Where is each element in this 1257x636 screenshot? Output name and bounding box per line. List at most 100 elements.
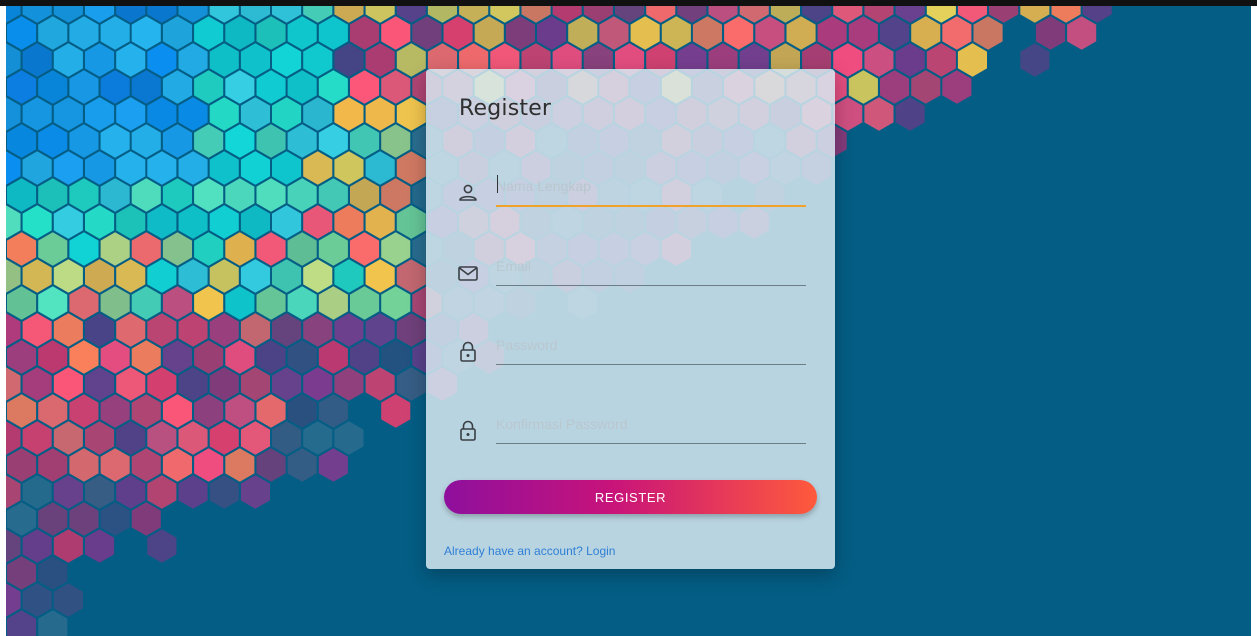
background-hexagon [209, 259, 239, 293]
full-name-input[interactable] [496, 171, 806, 207]
background-hexagon [162, 232, 192, 266]
background-hexagon [147, 205, 177, 239]
background-hexagon [381, 124, 411, 158]
background-hexagon [147, 43, 177, 77]
background-hexagon [225, 286, 255, 320]
register-button[interactable]: REGISTER [444, 480, 817, 514]
background-hexagon [240, 205, 270, 239]
background-hexagon [22, 205, 52, 239]
background-hexagon [131, 340, 161, 374]
background-hexagon [256, 340, 286, 374]
background-hexagon [131, 232, 161, 266]
background-hexagon [817, 16, 847, 50]
background-hexagon [318, 70, 348, 104]
background-hexagon [116, 259, 146, 293]
background-hexagon [38, 286, 68, 320]
background-hexagon [381, 340, 411, 374]
background-hexagon [6, 475, 21, 509]
background-hexagon [365, 205, 395, 239]
background-hexagon [22, 43, 52, 77]
background-hexagon [303, 313, 333, 347]
background-hexagon [396, 313, 426, 347]
background-hexagon [85, 313, 115, 347]
background-hexagon [7, 556, 37, 590]
background-hexagon [240, 367, 270, 401]
background-hexagon [256, 232, 286, 266]
background-hexagon [240, 43, 270, 77]
background-hexagon [7, 286, 37, 320]
background-hexagon [225, 340, 255, 374]
background-hexagon [131, 16, 161, 50]
background-hexagon [272, 205, 302, 239]
background-hexagon [131, 70, 161, 104]
background-hexagon [209, 151, 239, 185]
background-hexagon [864, 43, 894, 77]
password-input[interactable] [496, 330, 806, 365]
background-hexagon [69, 286, 99, 320]
background-hexagon [38, 502, 68, 536]
background-hexagon [334, 205, 364, 239]
background-hexagon [22, 529, 52, 563]
background-hexagon [53, 529, 83, 563]
background-hexagon [957, 43, 987, 77]
lock-icon [454, 338, 482, 366]
background-hexagon [85, 421, 115, 455]
background-hexagon [131, 394, 161, 428]
background-hexagon [38, 124, 68, 158]
background-hexagon [396, 97, 426, 131]
background-hexagon [100, 124, 130, 158]
background-hexagon [178, 475, 208, 509]
background-hexagon [334, 151, 364, 185]
background-hexagon [225, 70, 255, 104]
full-name-field [450, 169, 810, 213]
background-hexagon [334, 43, 364, 77]
background-hexagon [287, 394, 317, 428]
background-hexagon [7, 16, 37, 50]
background-hexagon [942, 16, 972, 50]
background-hexagon [100, 502, 130, 536]
background-hexagon [287, 448, 317, 482]
background-hexagon [272, 367, 302, 401]
background-hexagon [69, 232, 99, 266]
background-hexagon [69, 178, 99, 212]
background-hexagon [318, 124, 348, 158]
background-hexagon [38, 232, 68, 266]
background-hexagon [178, 367, 208, 401]
password-field [450, 328, 810, 372]
background-hexagon [318, 340, 348, 374]
background-hexagon [7, 70, 37, 104]
email-input[interactable] [496, 251, 806, 286]
text-cursor [497, 175, 498, 193]
background-hexagon [256, 124, 286, 158]
background-hexagon [272, 97, 302, 131]
background-hexagon [365, 97, 395, 131]
background-hexagon [194, 70, 224, 104]
background-hexagon [287, 124, 317, 158]
login-link[interactable]: Already have an account? Login [444, 544, 615, 558]
background-hexagon [474, 16, 504, 50]
background-hexagon [225, 394, 255, 428]
background-hexagon [38, 70, 68, 104]
background-hexagon [381, 394, 411, 428]
background-hexagon [911, 70, 941, 104]
background-hexagon [443, 16, 473, 50]
background-hexagon [880, 70, 910, 104]
background-hexagon [848, 16, 878, 50]
background-hexagon [100, 394, 130, 428]
background-hexagon [6, 529, 21, 563]
background-hexagon [85, 529, 115, 563]
background-hexagon [287, 232, 317, 266]
page-background: Register Nama Lengkap Email REGISTER Alr… [6, 6, 1251, 636]
background-hexagon [209, 97, 239, 131]
background-hexagon [147, 421, 177, 455]
background-hexagon [85, 475, 115, 509]
background-hexagon [194, 124, 224, 158]
background-hexagon [69, 70, 99, 104]
background-hexagon [7, 124, 37, 158]
confirm-password-input[interactable] [496, 409, 806, 444]
background-hexagon [100, 16, 130, 50]
background-hexagon [53, 43, 83, 77]
background-hexagon [69, 394, 99, 428]
background-hexagon [7, 178, 37, 212]
background-hexagon [350, 16, 380, 50]
